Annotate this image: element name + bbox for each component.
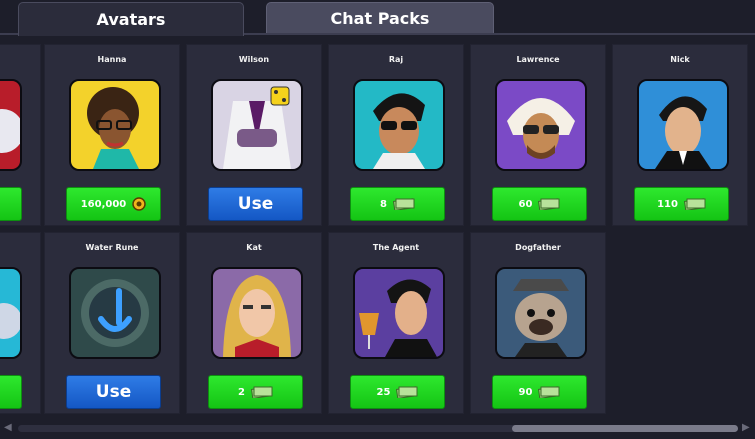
price-label: 2 bbox=[238, 386, 245, 398]
avatar-portrait bbox=[211, 79, 303, 171]
avatar-card-dogfather[interactable]: Dogfather 90 bbox=[470, 232, 606, 414]
avatar-card-partial[interactable] bbox=[0, 44, 41, 226]
avatar-grid: Hanna 160,000 Wilson Use Raj 8 Lawrence … bbox=[0, 44, 755, 418]
buy-button[interactable] bbox=[0, 375, 22, 409]
use-button[interactable]: Use bbox=[208, 187, 303, 221]
avatar-portrait bbox=[495, 267, 587, 359]
buy-button[interactable]: 60 bbox=[492, 187, 587, 221]
cash-bill-icon bbox=[538, 386, 560, 398]
avatar-card-partial[interactable] bbox=[0, 232, 41, 414]
buy-button[interactable]: 25 bbox=[350, 375, 445, 409]
tab-chat-packs[interactable]: Chat Packs bbox=[266, 2, 494, 34]
horizontal-scrollbar-thumb[interactable] bbox=[512, 425, 738, 432]
cash-bill-icon bbox=[250, 386, 273, 398]
avatar-card-raj[interactable]: Raj 8 bbox=[328, 44, 464, 226]
buy-button[interactable]: 110 bbox=[634, 187, 729, 221]
price-label: 60 bbox=[518, 198, 533, 210]
avatar-portrait bbox=[353, 267, 445, 359]
avatar-card-kat[interactable]: Kat 2 bbox=[186, 232, 322, 414]
cash-bill-icon bbox=[538, 198, 560, 210]
price-label: 90 bbox=[518, 386, 533, 398]
tab-avatars[interactable]: Avatars bbox=[18, 2, 244, 36]
buy-button[interactable] bbox=[0, 187, 22, 221]
avatar-portrait bbox=[211, 267, 303, 359]
cash-bill-icon bbox=[396, 386, 418, 398]
avatar-name: Nick bbox=[670, 55, 690, 64]
buy-button[interactable]: 90 bbox=[492, 375, 587, 409]
avatar-card-nick[interactable]: Nick 110 bbox=[612, 44, 748, 226]
avatar-portrait bbox=[495, 79, 587, 171]
buy-button[interactable]: 160,000 bbox=[66, 187, 161, 221]
scroll-right-arrow[interactable]: ▶ bbox=[742, 422, 750, 433]
avatar-name: Lawrence bbox=[516, 55, 560, 64]
use-button[interactable]: Use bbox=[66, 375, 161, 409]
price-label: 160,000 bbox=[80, 198, 127, 210]
avatar-card-water-rune[interactable]: Water Rune Use bbox=[44, 232, 180, 414]
coin-icon bbox=[132, 197, 147, 211]
avatar-name: The Agent bbox=[372, 243, 420, 252]
scroll-left-arrow[interactable]: ◀ bbox=[4, 422, 12, 433]
avatar-portrait bbox=[353, 79, 445, 171]
avatar-name: Wilson bbox=[238, 55, 270, 64]
avatar-name: Raj bbox=[388, 55, 404, 64]
avatar-portrait bbox=[637, 79, 729, 171]
avatar-portrait bbox=[0, 267, 22, 359]
price-label: 8 bbox=[380, 198, 387, 210]
avatar-card-hanna[interactable]: Hanna 160,000 bbox=[44, 44, 180, 226]
avatar-card-lawrence[interactable]: Lawrence 60 bbox=[470, 44, 606, 226]
buy-button[interactable]: 8 bbox=[350, 187, 445, 221]
avatar-card-the-agent[interactable]: The Agent 25 bbox=[328, 232, 464, 414]
avatar-name: Dogfather bbox=[515, 243, 561, 252]
avatar-name: Water Rune bbox=[85, 243, 139, 252]
buy-button[interactable]: 2 bbox=[208, 375, 303, 409]
price-label: 110 bbox=[657, 198, 678, 210]
avatar-portrait bbox=[0, 79, 22, 171]
price-label: 25 bbox=[376, 386, 391, 398]
cash-bill-icon bbox=[683, 198, 706, 210]
avatar-name: Hanna bbox=[97, 55, 127, 64]
avatar-portrait bbox=[69, 267, 161, 359]
avatar-card-wilson[interactable]: Wilson Use bbox=[186, 44, 322, 226]
cash-bill-icon bbox=[392, 198, 415, 210]
avatar-name: Kat bbox=[246, 243, 262, 252]
tab-bar: Avatars Chat Packs bbox=[0, 0, 755, 36]
avatar-portrait bbox=[69, 79, 161, 171]
